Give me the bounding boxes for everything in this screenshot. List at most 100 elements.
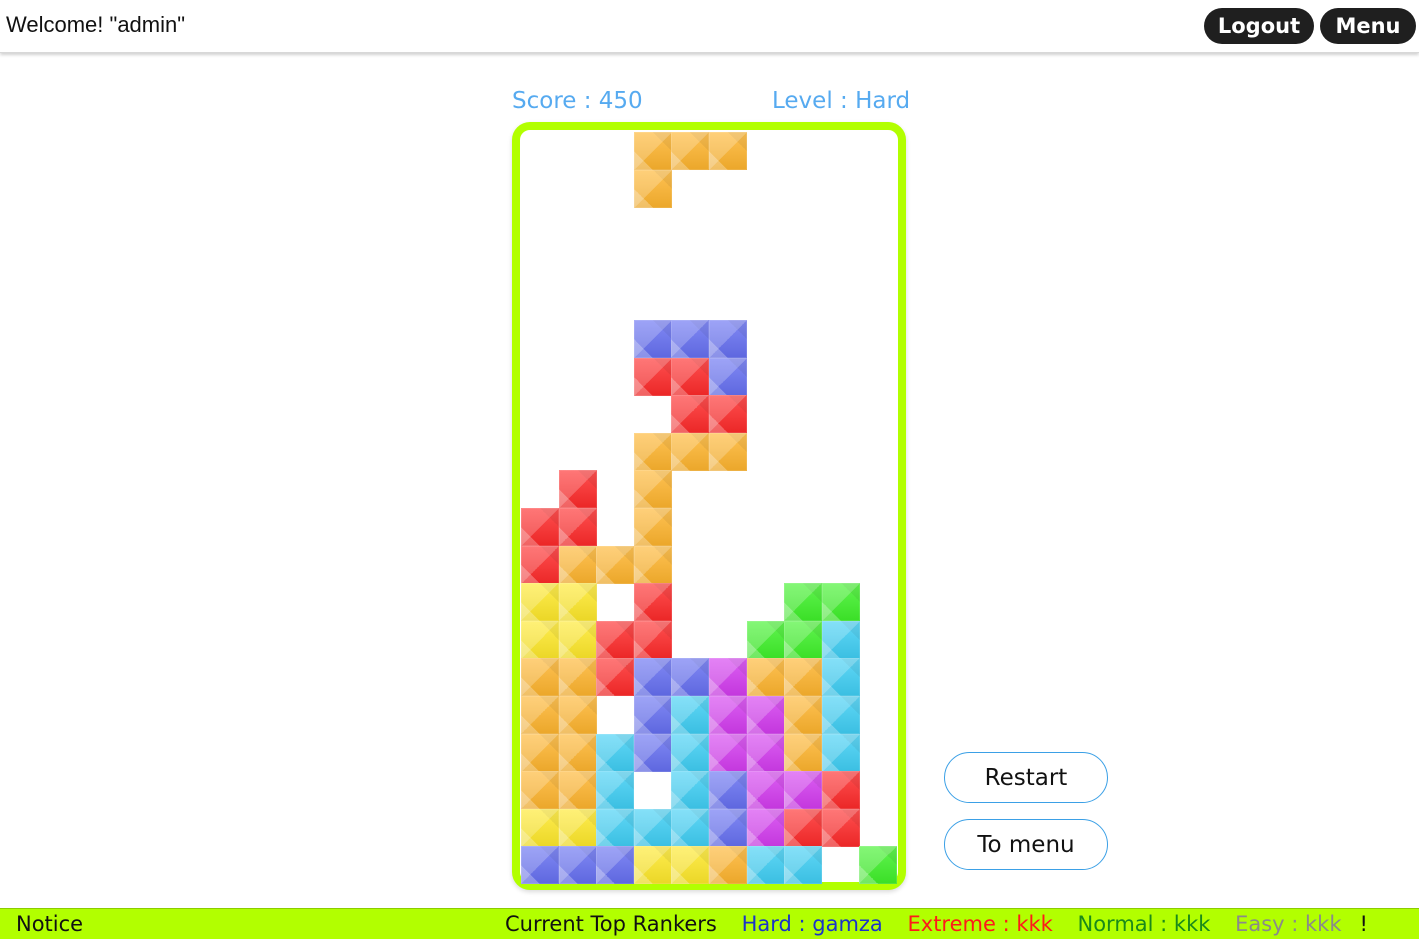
tetris-block (596, 733, 635, 772)
tetris-block (671, 658, 710, 697)
tetris-block (709, 808, 747, 847)
tetris-block (746, 771, 785, 810)
tetris-block (671, 432, 710, 471)
tetris-block (558, 545, 597, 584)
tetris-block (558, 658, 597, 697)
tetris-block (558, 583, 597, 622)
tetris-block (671, 132, 710, 170)
rankers-end: ! (1359, 912, 1368, 936)
tetris-block (784, 620, 823, 659)
tetris-block (709, 432, 747, 471)
tetris-block (633, 470, 672, 509)
top-navbar: Welcome! "admin" Logout Menu (0, 0, 1419, 53)
tetris-block (821, 658, 860, 697)
tetris-board (512, 122, 906, 890)
tetris-block (709, 733, 747, 772)
notice-label: Notice (16, 912, 84, 936)
tetris-block (558, 508, 597, 546)
score-display: Score : 450 (512, 88, 643, 114)
tetris-block (521, 846, 559, 885)
tetris-block (746, 620, 785, 659)
tetris-block (709, 658, 747, 697)
tetris-block (633, 357, 672, 396)
tetris-block (633, 508, 672, 546)
level-display: Level : Hard (772, 88, 911, 114)
tetris-block (521, 583, 559, 622)
tetris-block (558, 470, 597, 509)
tetris-block (709, 132, 747, 170)
ranker-normal: Normal : kkk (1077, 912, 1211, 936)
tetris-block (633, 620, 672, 659)
tetris-block (709, 846, 747, 885)
tetris-block (859, 846, 898, 885)
tetris-block (633, 846, 672, 885)
menu-button[interactable]: Menu (1320, 8, 1416, 44)
welcome-text: Welcome! "admin" (6, 12, 186, 37)
tetris-block (821, 808, 860, 847)
tetris-block (633, 658, 672, 697)
tetris-block (558, 846, 597, 885)
tetris-block (633, 696, 672, 734)
rankers-title: Current Top Rankers (505, 912, 717, 936)
tetris-block (784, 583, 823, 622)
tetris-block (821, 696, 860, 734)
tetris-block (521, 771, 559, 810)
tetris-block (709, 395, 747, 434)
tetris-block (821, 620, 860, 659)
tetris-block (558, 771, 597, 810)
tetris-block (558, 620, 597, 659)
tetris-block (521, 733, 559, 772)
tetris-block (558, 696, 597, 734)
tetris-block (633, 583, 672, 622)
tetris-block (784, 658, 823, 697)
tetris-block (746, 658, 785, 697)
tetris-block (633, 545, 672, 584)
tetris-block (671, 357, 710, 396)
tetris-block (746, 808, 785, 847)
to-menu-button[interactable]: To menu (944, 819, 1108, 870)
ranker-hard: Hard : gamza (741, 912, 883, 936)
tetris-block (784, 808, 823, 847)
tetris-block (633, 432, 672, 471)
tetris-block (671, 808, 710, 847)
tetris-block (671, 846, 710, 885)
tetris-block (746, 733, 785, 772)
restart-button[interactable]: Restart (944, 752, 1108, 803)
logout-button[interactable]: Logout (1204, 8, 1314, 44)
tetris-block (784, 733, 823, 772)
tetris-block (521, 620, 559, 659)
tetris-block (596, 771, 635, 810)
ranker-extreme: Extreme : kkk (907, 912, 1053, 936)
tetris-block (821, 583, 860, 622)
tetris-block (709, 320, 747, 358)
tetris-block (633, 169, 672, 208)
top-rankers: Current Top Rankers Hard : gamza Extreme… (505, 912, 1386, 936)
tetris-block (671, 733, 710, 772)
tetris-block (821, 733, 860, 772)
tetris-block (709, 771, 747, 810)
tetris-block (596, 658, 635, 697)
tetris-block (671, 320, 710, 358)
tetris-block (521, 658, 559, 697)
tetris-block (596, 620, 635, 659)
tetris-block (784, 771, 823, 810)
tetris-block (671, 696, 710, 734)
tetris-block (521, 545, 559, 584)
tetris-block (521, 508, 559, 546)
tetris-block (784, 846, 823, 885)
footer-notice-bar: Notice Current Top Rankers Hard : gamza … (0, 908, 1419, 939)
tetris-block (633, 320, 672, 358)
tetris-block (709, 696, 747, 734)
tetris-block (671, 771, 710, 810)
tetris-block (709, 357, 747, 396)
tetris-block (558, 733, 597, 772)
tetris-block (746, 846, 785, 885)
tetris-block (521, 808, 559, 847)
ranker-easy: Easy : kkk (1235, 912, 1342, 936)
tetris-block (558, 808, 597, 847)
tetris-block (596, 545, 635, 584)
tetris-block (633, 733, 672, 772)
tetris-block (821, 771, 860, 810)
tetris-block (596, 808, 635, 847)
tetris-block (521, 696, 559, 734)
